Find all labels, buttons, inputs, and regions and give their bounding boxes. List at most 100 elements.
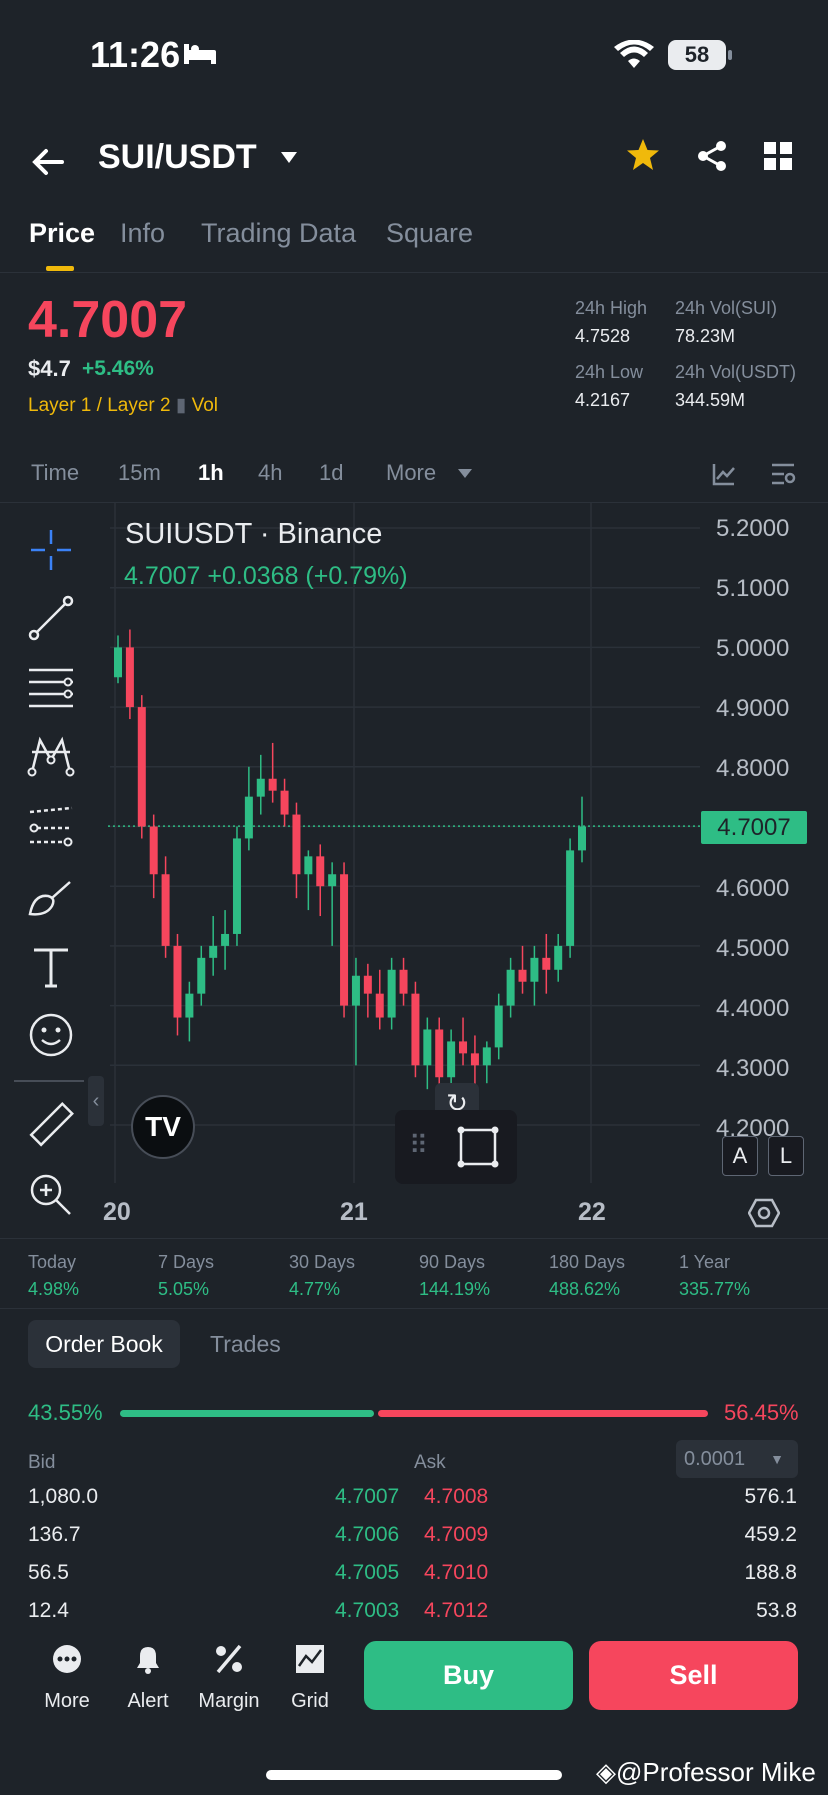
candle[interactable]	[221, 910, 230, 970]
y-tick-label: 5.0000	[716, 635, 790, 662]
nav-grid[interactable]: Grid	[270, 1630, 350, 1713]
bid-qty[interactable]: 56.5	[28, 1561, 69, 1585]
nav-alert[interactable]: Alert	[108, 1630, 188, 1713]
ask-price[interactable]: 4.7012	[424, 1599, 488, 1623]
nav-more-label: More	[44, 1690, 90, 1712]
bid-price[interactable]: 4.7003	[335, 1599, 399, 1623]
tf-15m[interactable]: 15m	[118, 460, 161, 486]
candle[interactable]	[125, 629, 134, 720]
x-tick-22: 22	[578, 1198, 606, 1226]
ask-qty[interactable]: 188.8	[744, 1561, 797, 1585]
candle[interactable]	[554, 933, 563, 982]
perf-period-label[interactable]: 180 Days	[549, 1252, 625, 1273]
candlestick-chart[interactable]	[0, 503, 828, 1193]
candle[interactable]	[363, 963, 372, 1018]
tf-time[interactable]: Time	[31, 460, 79, 486]
favorite-star-icon[interactable]	[626, 138, 660, 172]
ask-qty[interactable]: 459.2	[744, 1523, 797, 1547]
candle[interactable]	[399, 957, 408, 1006]
candle[interactable]	[459, 1017, 468, 1066]
bid-price[interactable]: 4.7007	[335, 1485, 399, 1509]
candle[interactable]	[482, 1041, 491, 1084]
nav-margin[interactable]: Margin	[189, 1630, 269, 1713]
candle[interactable]	[292, 802, 301, 899]
perf-period-label[interactable]: 30 Days	[289, 1252, 355, 1273]
binance-logo-icon: ◈	[596, 1757, 616, 1787]
bid-price[interactable]: 4.7006	[335, 1523, 399, 1547]
ask-price[interactable]: 4.7009	[424, 1523, 488, 1547]
candle[interactable]	[268, 742, 277, 803]
back-arrow-icon[interactable]	[30, 144, 66, 180]
tab-info[interactable]: Info	[120, 218, 165, 249]
tf-more[interactable]: More	[386, 460, 436, 486]
perf-period-label[interactable]: Today	[28, 1252, 76, 1273]
auto-scale-button[interactable]: A	[722, 1136, 758, 1176]
perf-period-label[interactable]: 1 Year	[679, 1252, 730, 1273]
ask-price[interactable]: 4.7010	[424, 1561, 488, 1585]
candle[interactable]	[506, 957, 515, 1018]
chart-settings-icon[interactable]	[770, 462, 796, 486]
candle[interactable]	[197, 945, 206, 1006]
tab-square[interactable]: Square	[386, 218, 473, 249]
candle[interactable]	[411, 981, 420, 1078]
grid-menu-icon[interactable]	[764, 142, 792, 170]
candle[interactable]	[256, 754, 265, 815]
ask-qty[interactable]: 576.1	[744, 1485, 797, 1509]
ask-qty[interactable]: 53.8	[756, 1599, 797, 1623]
tf-1h[interactable]: 1h	[198, 460, 224, 486]
candle[interactable]	[137, 695, 146, 839]
perf-period-label[interactable]: 90 Days	[419, 1252, 485, 1273]
candle[interactable]	[316, 844, 325, 917]
candle[interactable]	[173, 933, 182, 1036]
precision-select[interactable]: 0.0001 ▼	[676, 1440, 798, 1478]
nav-more[interactable]: More	[27, 1630, 107, 1713]
candle[interactable]	[351, 957, 360, 1066]
candle[interactable]	[232, 826, 241, 946]
home-indicator[interactable]	[266, 1770, 562, 1780]
candle[interactable]	[518, 945, 527, 994]
candle[interactable]	[542, 933, 551, 994]
selection-box-icon[interactable]	[457, 1126, 499, 1168]
candle[interactable]	[209, 916, 218, 976]
candle[interactable]	[328, 862, 337, 946]
drag-handle-icon[interactable]: ⠿	[409, 1130, 428, 1161]
tab-order-book[interactable]: Order Book	[28, 1320, 180, 1368]
candle[interactable]	[578, 796, 586, 863]
bid-price[interactable]: 4.7005	[335, 1561, 399, 1585]
candle[interactable]	[185, 981, 194, 1042]
ask-price[interactable]: 4.7008	[424, 1485, 488, 1509]
chart-settings-hex-icon[interactable]	[748, 1198, 780, 1228]
candle[interactable]	[340, 862, 349, 1018]
tf-1d[interactable]: 1d	[319, 460, 343, 486]
tab-trades[interactable]: Trades	[210, 1331, 281, 1358]
chevron-down-icon[interactable]	[280, 150, 298, 166]
candle-body	[351, 975, 360, 1006]
candle[interactable]	[161, 856, 170, 958]
candle[interactable]	[375, 969, 384, 1030]
tag-vol[interactable]: Vol	[192, 395, 218, 416]
candle[interactable]	[530, 945, 539, 1006]
candle[interactable]	[304, 850, 313, 911]
log-scale-button[interactable]: L	[768, 1136, 804, 1176]
indicator-icon[interactable]	[712, 462, 736, 486]
candle[interactable]	[244, 766, 253, 851]
bid-qty[interactable]: 12.4	[28, 1599, 69, 1623]
candle[interactable]	[494, 993, 503, 1060]
bid-qty[interactable]: 136.7	[28, 1523, 81, 1547]
perf-period-label[interactable]: 7 Days	[158, 1252, 214, 1273]
candle[interactable]	[566, 838, 575, 958]
pair-title[interactable]: SUI/USDT	[98, 138, 257, 177]
candle[interactable]	[387, 957, 396, 1030]
tag-layer[interactable]: Layer 1 / Layer 2	[28, 395, 171, 416]
candle[interactable]	[280, 778, 289, 827]
bid-qty[interactable]: 1,080.0	[28, 1485, 98, 1509]
candle[interactable]	[423, 1017, 432, 1090]
sell-button[interactable]: Sell	[589, 1641, 798, 1710]
candle[interactable]	[447, 1029, 456, 1090]
tf-4h[interactable]: 4h	[258, 460, 282, 486]
share-icon[interactable]	[696, 140, 728, 172]
tab-trading-data[interactable]: Trading Data	[201, 218, 356, 249]
tab-price[interactable]: Price	[29, 218, 95, 249]
buy-button[interactable]: Buy	[364, 1641, 573, 1710]
more-chevron-icon[interactable]	[458, 468, 472, 480]
